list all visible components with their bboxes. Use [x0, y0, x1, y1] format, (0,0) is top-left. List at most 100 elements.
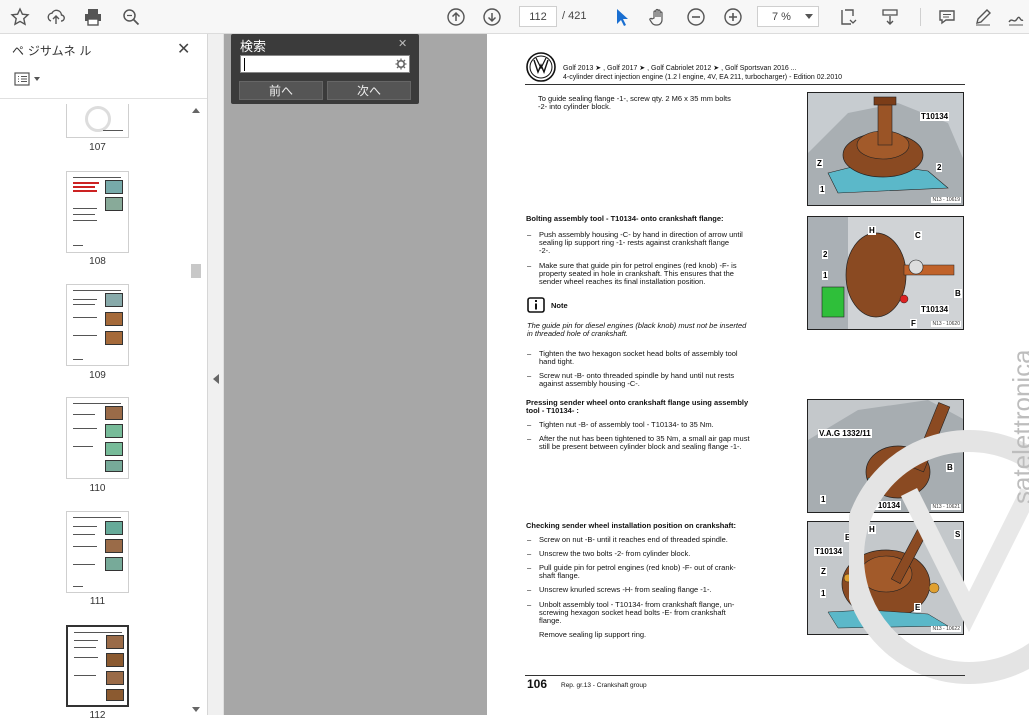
gear-icon[interactable] [395, 58, 407, 70]
page-number-input[interactable]: 112 [519, 6, 557, 27]
thumb-image [105, 424, 123, 438]
close-icon[interactable]: ✕ [177, 39, 190, 58]
chevron-down-icon [805, 14, 813, 19]
thumb-line [73, 403, 121, 404]
thumb-line [73, 534, 95, 535]
zoom-level-select[interactable]: 7 % [757, 6, 819, 27]
zoom-out-icon[interactable] [684, 5, 708, 29]
thumb-line [73, 335, 97, 336]
thumb-image [106, 671, 124, 685]
chevron-left-icon [213, 374, 219, 384]
thumbnail-label: 110 [89, 483, 106, 494]
bullet-dash: – [527, 349, 532, 358]
previous-page-icon[interactable] [444, 5, 468, 29]
figure-callout: H [868, 226, 876, 235]
bullet-text: Remove sealing lip support ring. [539, 630, 647, 639]
hand-tool-icon[interactable] [646, 5, 670, 29]
thumb-line [73, 299, 97, 300]
figure-callout: 2 [936, 163, 943, 172]
thumbnail-label: 108 [89, 256, 106, 267]
page-fit-icon[interactable] [836, 5, 860, 29]
bullet-dash: – [527, 600, 532, 609]
thumb-image [105, 442, 123, 456]
thumb-line [73, 245, 83, 246]
zoom-in-icon[interactable] [721, 5, 745, 29]
thumb-line [73, 428, 97, 429]
thumb-line [74, 632, 122, 633]
page-thumbnail[interactable] [66, 171, 129, 253]
thumbnail-options-button[interactable] [14, 72, 40, 86]
info-icon [527, 297, 545, 313]
toolbar: 112 / 421 7 % [0, 0, 1029, 34]
bullet-text: Unscrew the two bolts -2- from cylinder … [539, 549, 691, 558]
thumb-image [105, 460, 123, 472]
bullet-dash: – [527, 230, 532, 239]
comment-icon[interactable] [935, 5, 959, 29]
figure-callout: 2 [822, 250, 829, 259]
zoom-level-value: 7 % [772, 10, 791, 23]
thumb-image [105, 312, 123, 326]
scrollbar-thumb[interactable] [191, 264, 201, 278]
thumb-line [73, 564, 95, 565]
footer-rule [525, 675, 965, 676]
figure-reference: N13 - 10620 [931, 321, 961, 327]
thumb-line [103, 130, 123, 131]
bullet-dash: – [527, 261, 532, 270]
thumbnail-sidebar: ペ ジサムネ ル ✕ 107 108 109 110 111 112 [0, 34, 208, 721]
page-thumbnail[interactable] [66, 397, 129, 479]
thumb-image [105, 406, 123, 420]
sidebar-collapse-handle[interactable] [208, 34, 224, 715]
watermark-text: satelettronica [1007, 349, 1029, 504]
zoom-search-icon[interactable] [119, 5, 143, 29]
sidebar-scrollbar[interactable] [190, 104, 202, 715]
thumb-line [74, 647, 96, 648]
thumb-image [106, 653, 124, 667]
scroll-down-icon[interactable] [192, 707, 200, 712]
figure-callout: 1 [819, 185, 826, 194]
next-page-icon[interactable] [480, 5, 504, 29]
note-label: Note [551, 301, 568, 310]
page-thumbnail[interactable] [66, 104, 129, 138]
page-thumbnail[interactable] [66, 284, 129, 366]
bullet-dash: – [527, 549, 532, 558]
pen-icon[interactable] [971, 5, 995, 29]
toolbar-divider [920, 8, 921, 26]
search-next-button[interactable]: 次へ [327, 81, 411, 100]
bullet-text: still be present between cylinder block … [539, 442, 742, 451]
bullet-text: Screw on nut -B- until it reaches end of… [539, 535, 728, 544]
bullet-dash: – [527, 563, 532, 572]
page-total: / 421 [562, 10, 587, 22]
section-heading: Checking sender wheel installation posit… [526, 521, 737, 530]
thumb-line [73, 526, 97, 527]
figure-tool-label: T10134 [920, 112, 950, 121]
page-thumbnail-current[interactable] [66, 625, 129, 707]
select-cursor-icon[interactable] [609, 5, 633, 29]
page-thumbnail[interactable] [66, 511, 129, 593]
figure-callout: F [910, 319, 917, 328]
search-prev-button[interactable]: 前へ [239, 81, 323, 100]
scroll-mode-icon[interactable] [878, 5, 902, 29]
bullet-text: flange. [539, 616, 562, 625]
header-models: Golf 2013 ➤ , Golf 2017 ➤ , Golf Cabriol… [563, 65, 797, 72]
bullet-text: sender wheel reaches its final installat… [539, 277, 706, 286]
bookmark-star-icon[interactable] [8, 5, 32, 29]
search-input[interactable] [240, 55, 410, 73]
figure-image: T10134 Z 1 2 N13 - 10619 [807, 92, 964, 206]
upload-icon[interactable] [44, 5, 68, 29]
thumbnail-label: 107 [89, 142, 106, 153]
watermark-circle [85, 106, 111, 132]
bullet-text: -2-. [539, 246, 551, 255]
thumb-line [73, 517, 121, 518]
thumb-image [105, 293, 123, 307]
bullet-dash: – [527, 434, 532, 443]
print-icon[interactable] [81, 5, 105, 29]
sidebar-title: ペ ジサムネ ル [12, 44, 92, 58]
scroll-up-icon[interactable] [192, 108, 200, 113]
fill-sign-icon[interactable] [1004, 5, 1028, 29]
bullet-dash: – [527, 420, 532, 429]
document-viewer-background [224, 34, 487, 715]
header-rule [525, 84, 965, 85]
thumb-red-line [73, 190, 97, 192]
close-icon[interactable]: ✕ [398, 37, 407, 50]
vw-logo-icon [526, 52, 556, 82]
